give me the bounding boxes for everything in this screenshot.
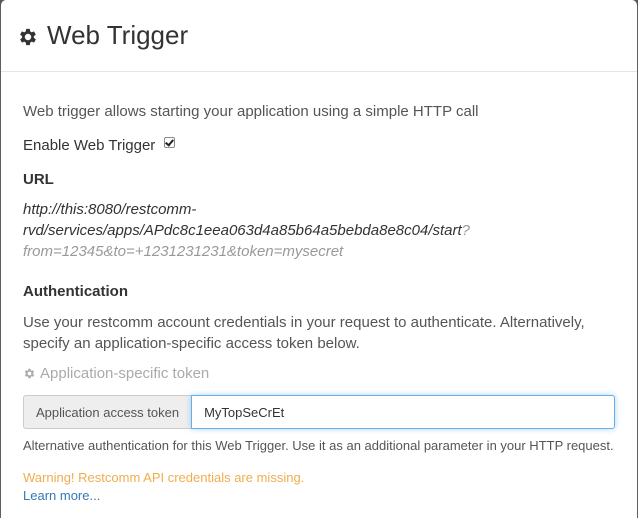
gear-icon — [24, 368, 35, 379]
application-token-toggle[interactable]: Application-specific token — [23, 365, 209, 382]
url-line-2: rvd/services/apps/APdc8c1eea063d4a85b64a… — [23, 220, 493, 241]
url-path: rvd/services/apps/APdc8c1eea063d4a85b64a… — [23, 222, 462, 239]
access-token-input[interactable] — [191, 395, 615, 429]
enable-web-trigger-row: Enable Web Trigger — [23, 137, 176, 154]
authentication-description: Use your restcomm account credentials in… — [23, 314, 585, 352]
gear-icon — [20, 28, 36, 45]
enable-web-trigger-checkbox[interactable] — [164, 137, 176, 148]
url-query-start: ? — [461, 222, 470, 239]
modal-title: Web Trigger — [47, 20, 189, 50]
web-trigger-url: http://this:8080/restcomm- rvd/services/… — [23, 199, 493, 262]
url-line-1: http://this:8080/restcomm- — [23, 201, 197, 218]
description-text: Web trigger allows starting your applica… — [23, 103, 479, 120]
enable-web-trigger-label: Enable Web Trigger — [23, 137, 156, 154]
authentication-heading: Authentication — [23, 283, 128, 300]
access-token-help-text: Alternative authentication for this Web … — [23, 438, 614, 453]
learn-more-link[interactable]: Learn more... — [23, 488, 100, 503]
access-token-addon: Application access token — [23, 395, 192, 429]
modal-header: Web Trigger — [1, 0, 637, 72]
access-token-input-group: Application access token — [23, 395, 615, 429]
application-token-toggle-label: Application-specific token — [40, 365, 210, 382]
url-heading: URL — [23, 171, 54, 188]
url-query: from=12345&to=+1231231231&token=mysecret — [23, 243, 344, 260]
credentials-warning: Warning! Restcomm API credentials are mi… — [23, 470, 305, 485]
web-trigger-modal: Web Trigger Web trigger allows starting … — [1, 0, 637, 518]
